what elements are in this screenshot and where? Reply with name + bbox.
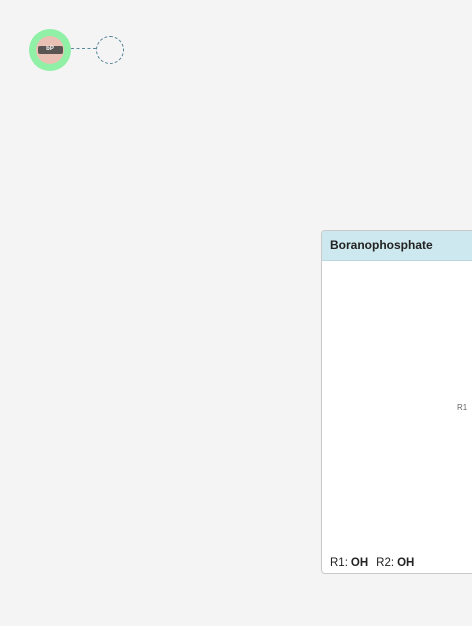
r1-value: OH	[350, 557, 369, 569]
empty-monomer-placeholder[interactable]	[96, 36, 124, 64]
r2-value: OH	[397, 557, 415, 569]
monomer-info-card: Boranophosphate R1 R1: OH R2: OH	[321, 230, 472, 574]
monomer-node-core: bP	[36, 36, 64, 64]
structure-preview: R1	[322, 261, 472, 545]
r2-label: R2:	[376, 557, 395, 569]
monomer-label: bP	[37, 46, 63, 54]
editor-canvas[interactable]: bP Boranophosphate R1 R1: OH R2: OH	[0, 0, 472, 626]
r1-label: R1:	[330, 557, 348, 569]
attachment-points: R1: OH R2: OH	[330, 557, 422, 569]
structure-r1-label: R1	[457, 403, 468, 412]
card-title: Boranophosphate	[322, 231, 472, 261]
monomer-node-bp[interactable]: bP	[29, 29, 71, 71]
bond-connector	[71, 48, 96, 49]
